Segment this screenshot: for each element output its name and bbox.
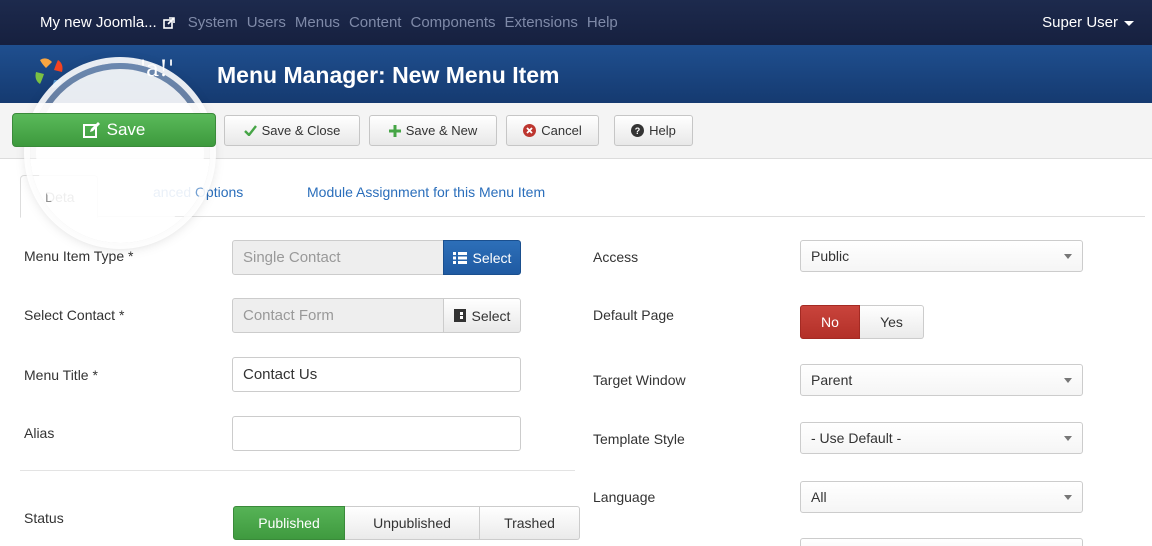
tab-module-assignment[interactable]: Module Assignment for this Menu Item (307, 184, 545, 200)
access-select[interactable]: Public (800, 240, 1083, 272)
alias-label: Alias (24, 425, 55, 441)
list-icon (452, 251, 467, 264)
status-unpublished-option[interactable]: Unpublished (345, 506, 480, 540)
plus-icon (388, 124, 401, 137)
menu-item-type-field: Single Contact (232, 240, 444, 275)
address-card-icon (453, 309, 466, 322)
status-published-option[interactable]: Published (233, 506, 345, 540)
cancel-button[interactable]: Cancel (506, 115, 599, 146)
save-close-label: Save & Close (261, 123, 341, 138)
caret-down-icon (1124, 20, 1134, 26)
admin-menu: System Users Menus Content Components Ex… (188, 14, 618, 31)
cancel-label: Cancel (541, 123, 582, 138)
access-label: Access (593, 249, 639, 265)
dropdown-arrow-icon (1064, 436, 1072, 441)
save-new-button[interactable]: Save & New (369, 115, 497, 146)
language-select[interactable]: All (800, 481, 1083, 513)
select-contact-label: Select Contact * (24, 307, 125, 323)
alias-input[interactable] (232, 416, 521, 451)
cancel-icon (523, 124, 537, 137)
site-title: My new Joomla... (40, 14, 157, 31)
help-label: Help (649, 123, 676, 138)
save-button[interactable]: Save (12, 113, 216, 147)
dropdown-arrow-icon (1064, 254, 1072, 259)
external-link-icon (162, 16, 175, 29)
menu-components[interactable]: Components (410, 14, 495, 31)
menu-title-input[interactable]: Contact Us (232, 357, 521, 392)
menu-help[interactable]: Help (587, 14, 618, 31)
default-page-yes-option[interactable]: Yes (860, 305, 924, 339)
user-name: Super User (1042, 14, 1118, 31)
select-contact-button-label: Select (471, 307, 511, 324)
save-new-label: Save & New (405, 123, 478, 138)
default-page-no-option[interactable]: No (800, 305, 860, 339)
page-title: Menu Manager: New Menu Item (217, 62, 560, 88)
dropdown-arrow-icon (1064, 495, 1072, 500)
menu-content[interactable]: Content (349, 14, 402, 31)
menu-item-type-select-label: Select (472, 249, 512, 266)
menu-item-type-select-button[interactable]: Select (443, 240, 521, 275)
language-label: Language (593, 489, 656, 505)
menu-extensions[interactable]: Extensions (505, 14, 578, 31)
dropdown-arrow-icon (1064, 378, 1072, 383)
select-contact-button[interactable]: Select (443, 298, 521, 333)
menu-menus[interactable]: Menus (295, 14, 340, 31)
language-value: All (811, 489, 827, 505)
target-window-value: Parent (811, 372, 853, 388)
target-window-select[interactable]: Parent (800, 364, 1083, 396)
top-navbar: My new Joomla... System Users Menus Cont… (0, 0, 1152, 45)
target-window-label: Target Window (593, 372, 686, 388)
tab-module-label: Module Assignment for this Menu Item (307, 184, 546, 200)
template-style-label: Template Style (593, 431, 685, 447)
user-menu[interactable]: Super User (1042, 14, 1134, 31)
next-field-select[interactable] (800, 538, 1083, 546)
site-link[interactable]: My new Joomla... (40, 14, 175, 31)
status-trashed-option[interactable]: Trashed (480, 506, 580, 540)
save-label: Save (106, 120, 146, 139)
edit-icon (82, 121, 100, 138)
access-value: Public (811, 248, 850, 264)
svg-text:?: ? (635, 126, 641, 136)
check-icon (243, 125, 257, 136)
status-label: Status (24, 510, 64, 526)
help-button[interactable]: ? Help (614, 115, 693, 146)
menu-item-type-label: Menu Item Type * (24, 248, 134, 264)
status-toggle-group: Published Unpublished Trashed (233, 506, 580, 540)
default-page-toggle: No Yes (800, 305, 924, 339)
menu-users[interactable]: Users (247, 14, 286, 31)
section-divider (20, 470, 575, 471)
select-contact-field: Contact Form (232, 298, 444, 333)
template-style-select[interactable]: - Use Default - (800, 422, 1083, 454)
save-close-button[interactable]: Save & Close (224, 115, 360, 146)
menu-title-label: Menu Title * (24, 367, 98, 383)
menu-system[interactable]: System (188, 14, 238, 31)
default-page-label: Default Page (593, 307, 674, 323)
spotlight-ring (30, 63, 210, 243)
template-style-value: - Use Default - (811, 430, 902, 446)
question-circle-icon: ? (631, 124, 645, 137)
